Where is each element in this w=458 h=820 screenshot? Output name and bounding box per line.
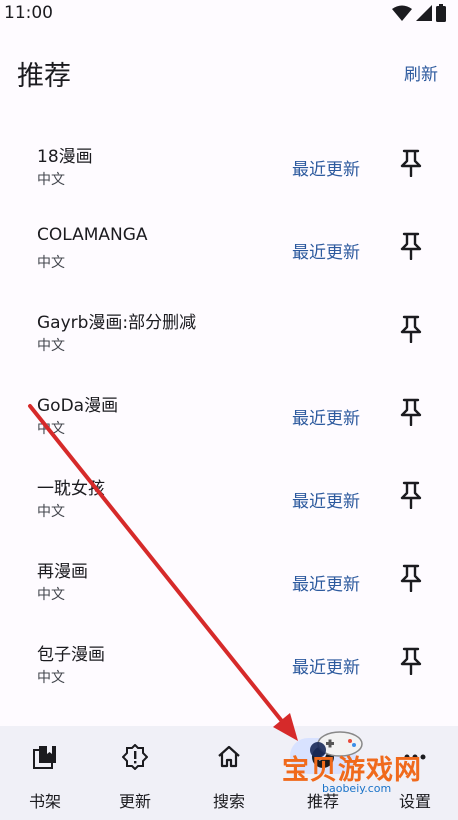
update-alert-icon bbox=[122, 744, 148, 770]
source-name: COLAMANGA bbox=[37, 225, 148, 245]
pin-icon[interactable] bbox=[398, 398, 424, 426]
latest-updates-button[interactable]: 最近更新 bbox=[292, 404, 360, 429]
source-row[interactable]: 再漫画中文 最近更新 bbox=[0, 537, 458, 620]
wifi-icon bbox=[392, 5, 412, 21]
source-list: 18漫画 中文 最近更新 COLAMANGA 中文 最近更新 Gayrb漫画:部分删减 中文 G… bbox=[0, 122, 458, 703]
source-row[interactable]: COLAMANGA 中文 最近更新 bbox=[0, 205, 458, 288]
source-name: 再漫画 bbox=[37, 562, 88, 582]
source-language: 中文 bbox=[37, 421, 65, 437]
pin-icon[interactable] bbox=[398, 149, 424, 177]
latest-updates-button[interactable]: 最近更新 bbox=[292, 487, 360, 512]
status-time: 11:00 bbox=[4, 3, 53, 23]
source-language: 中文 bbox=[37, 255, 65, 271]
latest-updates-button[interactable]: 最近更新 bbox=[292, 238, 360, 263]
latest-updates-button[interactable]: 最近更新 bbox=[292, 653, 360, 678]
nav-label-updates: 更新 bbox=[118, 792, 151, 811]
watermark-url: baobeiy.com bbox=[322, 782, 392, 795]
top-app-bar: 推荐 刷新 bbox=[0, 40, 458, 104]
source-language: 中文 bbox=[37, 587, 65, 603]
source-row[interactable]: 18漫画中文 最近更新 bbox=[0, 122, 458, 205]
watermark-logo: 宝贝游戏网 baobeiy.com bbox=[282, 724, 458, 814]
nav-label-search: 搜索 bbox=[212, 792, 245, 811]
source-language: 中文 bbox=[37, 338, 65, 354]
source-language: 中文 bbox=[37, 670, 65, 686]
source-name: GoDa漫画 bbox=[37, 396, 119, 416]
nav-item-updates[interactable]: 更新 bbox=[90, 726, 180, 820]
pin-icon[interactable] bbox=[398, 315, 424, 343]
source-language: 中文 bbox=[37, 172, 65, 188]
status-bar: 11:00 bbox=[0, 0, 458, 28]
source-row[interactable]: GoDa漫画中文 最近更新 bbox=[0, 371, 458, 454]
refresh-button[interactable]: 刷新 bbox=[404, 60, 438, 85]
nav-item-search[interactable]: 搜索 bbox=[184, 726, 274, 820]
pin-icon[interactable] bbox=[398, 232, 424, 260]
latest-updates-button[interactable]: 最近更新 bbox=[292, 155, 360, 180]
source-name: Gayrb漫画:部分删减 bbox=[37, 313, 197, 333]
battery-icon bbox=[436, 4, 446, 22]
pin-icon[interactable] bbox=[398, 564, 424, 592]
library-icon bbox=[33, 746, 56, 769]
source-language: 中文 bbox=[37, 504, 65, 520]
home-icon bbox=[218, 745, 240, 768]
source-row[interactable]: Gayrb漫画:部分删减中文 bbox=[0, 288, 458, 371]
nav-item-library[interactable]: 书架 bbox=[0, 726, 90, 820]
latest-updates-button[interactable]: 最近更新 bbox=[292, 570, 360, 595]
source-name: 一耽女孩 bbox=[37, 479, 105, 499]
signal-icon bbox=[416, 5, 432, 21]
page-title: 推荐 bbox=[17, 61, 71, 92]
pin-icon[interactable] bbox=[398, 481, 424, 509]
pin-icon[interactable] bbox=[398, 647, 424, 675]
status-icons bbox=[392, 4, 446, 22]
source-row[interactable]: 一耽女孩中文 最近更新 bbox=[0, 454, 458, 537]
nav-label-library: 书架 bbox=[28, 792, 61, 811]
source-name: 18漫画 bbox=[37, 147, 93, 167]
source-name: 包子漫画 bbox=[37, 645, 105, 665]
source-row[interactable]: 包子漫画中文 最近更新 bbox=[0, 620, 458, 703]
